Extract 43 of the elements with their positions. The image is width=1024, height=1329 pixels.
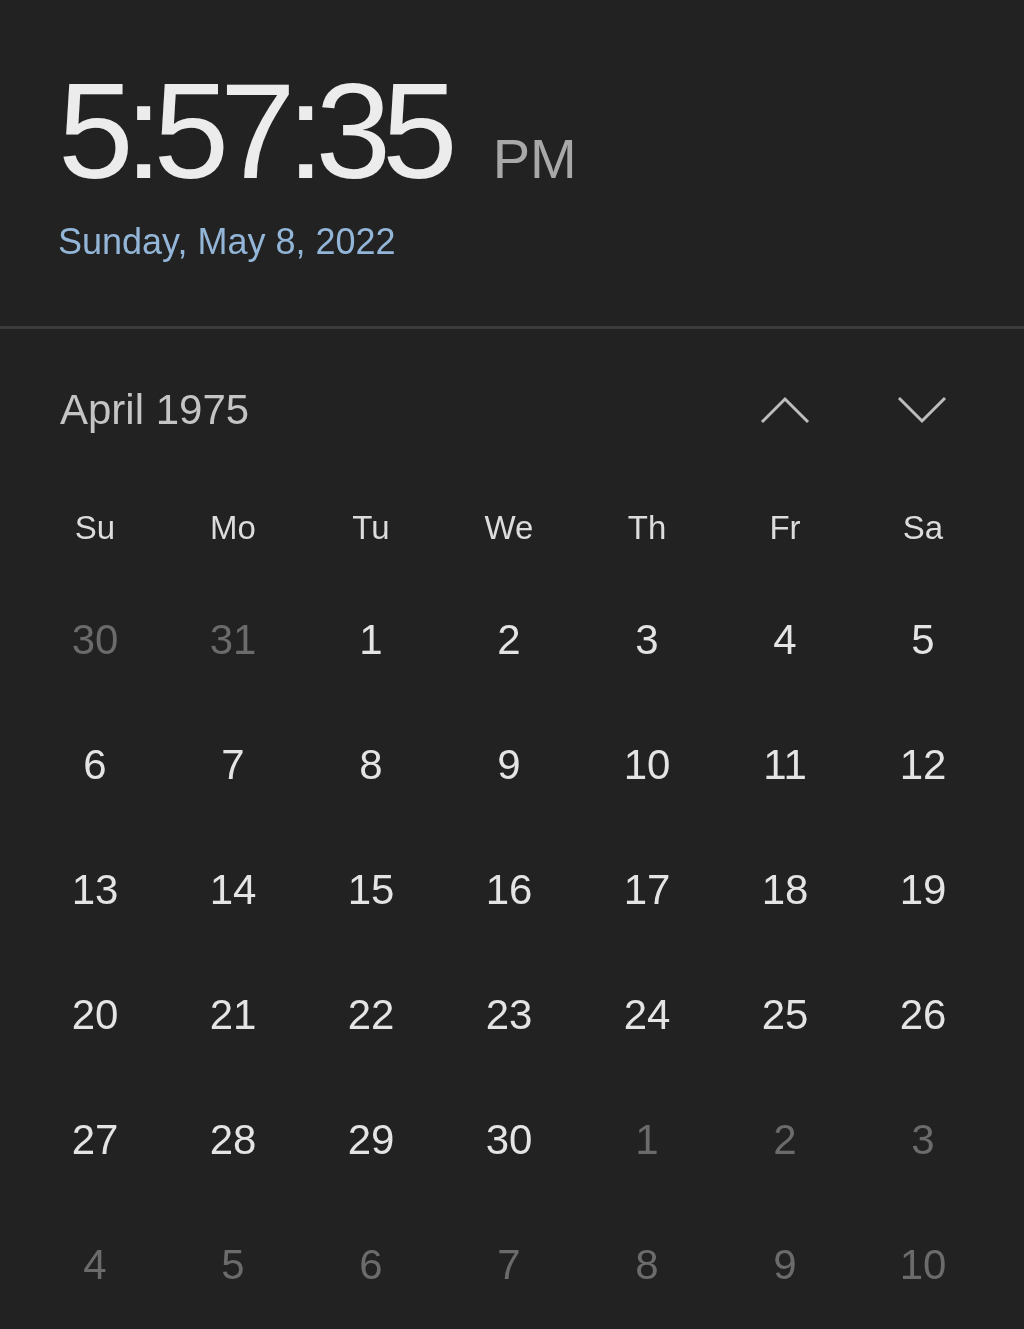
calendar-day[interactable]: 1 xyxy=(359,618,383,661)
weekday-label: We xyxy=(484,510,534,544)
calendar-day[interactable]: 16 xyxy=(485,868,533,911)
calendar-day[interactable]: 25 xyxy=(761,993,809,1036)
calendar-day[interactable]: 6 xyxy=(83,743,107,786)
calendar-day[interactable]: 9 xyxy=(497,743,521,786)
weekday-label: Fr xyxy=(769,510,801,544)
calendar-day[interactable]: 13 xyxy=(71,868,119,911)
calendar-day[interactable]: 20 xyxy=(71,993,119,1036)
calendar-day[interactable]: 23 xyxy=(485,993,533,1036)
calendar-day[interactable]: 2 xyxy=(497,618,521,661)
calendar-day[interactable]: 19 xyxy=(899,868,947,911)
calendar-day[interactable]: 10 xyxy=(623,743,671,786)
am-pm-label: PM xyxy=(492,131,577,187)
date-link[interactable]: Sunday, May 8, 2022 xyxy=(58,224,396,260)
clock-time: 5:57:35 xyxy=(58,63,449,199)
calendar-day[interactable]: 24 xyxy=(623,993,671,1036)
calendar-day[interactable]: 28 xyxy=(209,1118,257,1161)
weekday-label: Mo xyxy=(210,510,256,544)
weekday-label: Th xyxy=(627,510,667,544)
month-year-label[interactable]: April 1975 xyxy=(60,389,250,431)
calendar-day[interactable]: 22 xyxy=(347,993,395,1036)
calendar-day[interactable]: 21 xyxy=(209,993,257,1036)
weekday-label: Sa xyxy=(902,510,944,544)
calendar-day[interactable]: 27 xyxy=(71,1118,119,1161)
calendar-day[interactable]: 7 xyxy=(221,743,245,786)
calendar-day[interactable]: 14 xyxy=(209,868,257,911)
calendar-day[interactable]: 26 xyxy=(899,993,947,1036)
calendar-day[interactable]: 30 xyxy=(485,1118,533,1161)
calendar-day[interactable]: 15 xyxy=(347,868,395,911)
chevron-up-icon xyxy=(760,396,810,424)
calendar-day[interactable]: 11 xyxy=(763,743,807,786)
calendar-day[interactable]: 12 xyxy=(899,743,947,786)
calendar-day[interactable]: 8 xyxy=(359,743,383,786)
calendar-day[interactable]: 4 xyxy=(773,618,797,661)
weekday-label: Tu xyxy=(352,510,390,544)
calendar-day[interactable]: 5 xyxy=(911,618,935,661)
chevron-down-icon xyxy=(897,396,947,424)
calendar-day[interactable]: 18 xyxy=(761,868,809,911)
calendar-day[interactable]: 3 xyxy=(635,618,659,661)
calendar-day[interactable]: 17 xyxy=(623,868,671,911)
weekday-label: Su xyxy=(74,510,116,544)
calendar-day[interactable]: 29 xyxy=(347,1118,395,1161)
